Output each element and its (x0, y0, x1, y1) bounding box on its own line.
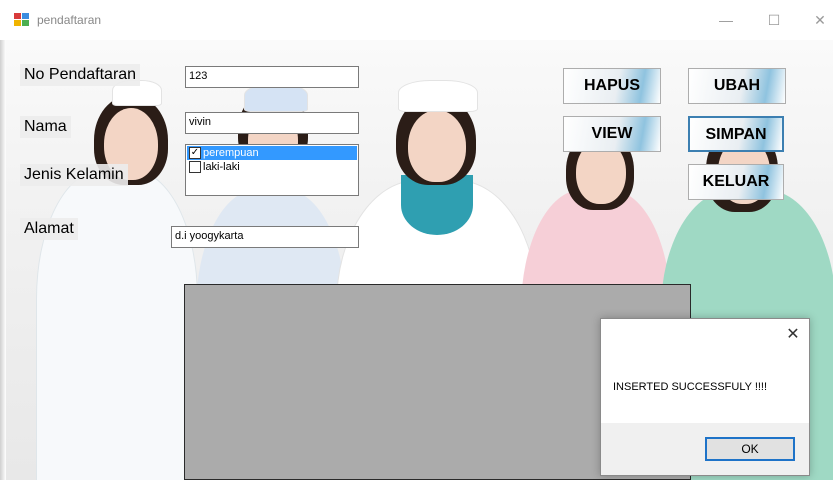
ubah-button[interactable]: UBAH (688, 68, 786, 104)
checkbox-unchecked-icon[interactable] (189, 161, 201, 173)
app-icon (14, 13, 29, 26)
jenis-kelamin-checklist[interactable]: ✓ perempuan laki-laki (185, 144, 359, 196)
maximize-button[interactable]: ☐ (760, 8, 788, 32)
view-button[interactable]: VIEW (563, 116, 661, 152)
no-pendaftaran-label: No Pendaftaran (20, 64, 141, 86)
keluar-button[interactable]: KELUAR (688, 164, 784, 200)
checkbox-checked-icon[interactable]: ✓ (189, 147, 201, 159)
dialog-close-icon[interactable]: ✕ (783, 325, 803, 345)
simpan-button[interactable]: SIMPAN (688, 116, 784, 152)
option-perempuan[interactable]: ✓ perempuan (187, 146, 357, 160)
nama-input[interactable]: vivin (185, 112, 359, 134)
ok-button[interactable]: OK (705, 437, 795, 461)
title-bar[interactable]: pendaftaran — ☐ ✕ (0, 0, 833, 40)
message-dialog: ✕ INSERTED SUCCESSFULY !!!! OK (600, 318, 810, 476)
minimize-button[interactable]: — (712, 8, 740, 32)
jenis-kelamin-label: Jenis Kelamin (20, 164, 128, 186)
alamat-input[interactable]: d.i yoogykarta (171, 226, 359, 248)
window-title: pendaftaran (37, 13, 102, 27)
close-button[interactable]: ✕ (806, 8, 833, 32)
alamat-label: Alamat (20, 218, 78, 240)
dialog-message: INSERTED SUCCESSFULY !!!! (613, 381, 768, 393)
app-window: pendaftaran — ☐ ✕ No Pendaftaran Nama Je… (0, 0, 833, 480)
no-pendaftaran-input[interactable]: 123 (185, 66, 359, 88)
hapus-button[interactable]: HAPUS (563, 68, 661, 104)
dialog-footer: OK (601, 423, 809, 475)
option-laki-laki[interactable]: laki-laki (187, 160, 357, 174)
nama-label: Nama (20, 116, 71, 138)
